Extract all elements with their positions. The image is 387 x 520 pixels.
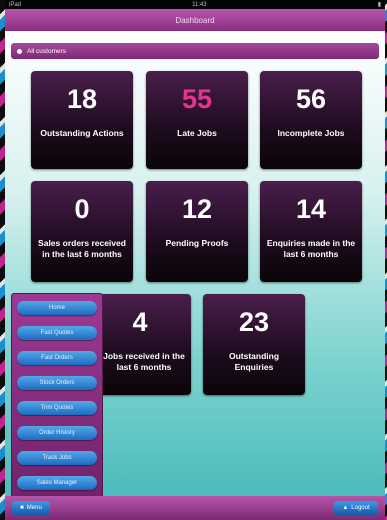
battery-icon: ▮ <box>377 2 381 8</box>
card-label: Late Jobs <box>177 128 217 138</box>
customer-filter-label: All customers <box>27 47 67 55</box>
menu-item-home[interactable]: Home <box>17 301 97 315</box>
card-value: 12 <box>181 194 213 224</box>
status-bar: iPad 11:43 ▮ <box>5 0 385 9</box>
menu-item-trim-quotes[interactable]: Trim Quotes <box>17 401 97 415</box>
menu-item-track-jobs[interactable]: Track Jobs <box>17 451 97 465</box>
menu-button[interactable]: ■ Menu <box>12 501 50 515</box>
card-pending-proofs[interactable]: 12 Pending Proofs <box>146 181 248 282</box>
title-bar: Dashboard <box>5 9 385 32</box>
card-sales-orders[interactable]: 0 Sales orders received in the last 6 mo… <box>31 181 133 282</box>
card-incomplete-jobs[interactable]: 56 Incomplete Jobs <box>260 71 362 169</box>
menu-item-order-history[interactable]: Order History <box>17 426 97 440</box>
customer-filter[interactable]: All customers <box>11 43 379 59</box>
card-value: 14 <box>295 194 327 224</box>
card-label: Outstanding Enquiries <box>228 351 280 372</box>
card-label: Enquiries made in the last 6 months <box>266 238 356 259</box>
logout-icon: ▲ <box>342 505 349 511</box>
card-outstanding-enquiries[interactable]: 23 Outstanding Enquiries <box>203 294 305 395</box>
card-late-jobs[interactable]: 55 Late Jobs <box>146 71 248 169</box>
card-label: Jobs received in the last 6 months <box>103 351 185 372</box>
filter-icon <box>17 48 22 54</box>
dashboard-content: All customers 18 Outstanding Actions 55 … <box>5 31 385 520</box>
card-value: 55 <box>181 84 213 114</box>
logout-button[interactable]: ▲ Logout <box>334 501 378 515</box>
side-menu: Home Fast Quotes Fast Orders Stock Order… <box>11 293 103 520</box>
card-value: 18 <box>66 84 98 114</box>
app-window: iPad 11:43 ▮ Dashboard All customers 18 … <box>5 0 385 520</box>
menu-item-stock-orders[interactable]: Stock Orders <box>17 376 97 390</box>
card-label: Incomplete Jobs <box>277 128 345 138</box>
card-label: Pending Proofs <box>165 238 229 248</box>
menu-item-sales-manager[interactable]: Sales Manager <box>17 476 97 490</box>
status-time: 11:43 <box>192 1 207 8</box>
card-value: 23 <box>238 307 270 337</box>
device-name: iPad <box>9 1 22 8</box>
page-title: Dashboard <box>175 15 215 25</box>
card-outstanding-actions[interactable]: 18 Outstanding Actions <box>31 71 133 169</box>
card-enquiries[interactable]: 14 Enquiries made in the last 6 months <box>260 181 362 282</box>
card-label: Sales orders received in the last 6 mont… <box>38 238 126 259</box>
menu-icon: ■ <box>20 505 24 511</box>
card-value: 0 <box>74 194 90 224</box>
menu-button-label: Menu <box>26 505 42 511</box>
card-value: 4 <box>132 307 148 337</box>
card-label: Outstanding Actions <box>40 128 124 138</box>
bottom-toolbar: ■ Menu ▲ Logout <box>5 496 385 520</box>
logout-button-label: Logout <box>351 505 370 511</box>
card-jobs-received[interactable]: 4 Jobs received in the last 6 months <box>89 294 191 395</box>
card-value: 56 <box>295 84 327 114</box>
menu-item-fast-quotes[interactable]: Fast Quotes <box>17 326 97 340</box>
menu-item-fast-orders[interactable]: Fast Orders <box>17 351 97 365</box>
